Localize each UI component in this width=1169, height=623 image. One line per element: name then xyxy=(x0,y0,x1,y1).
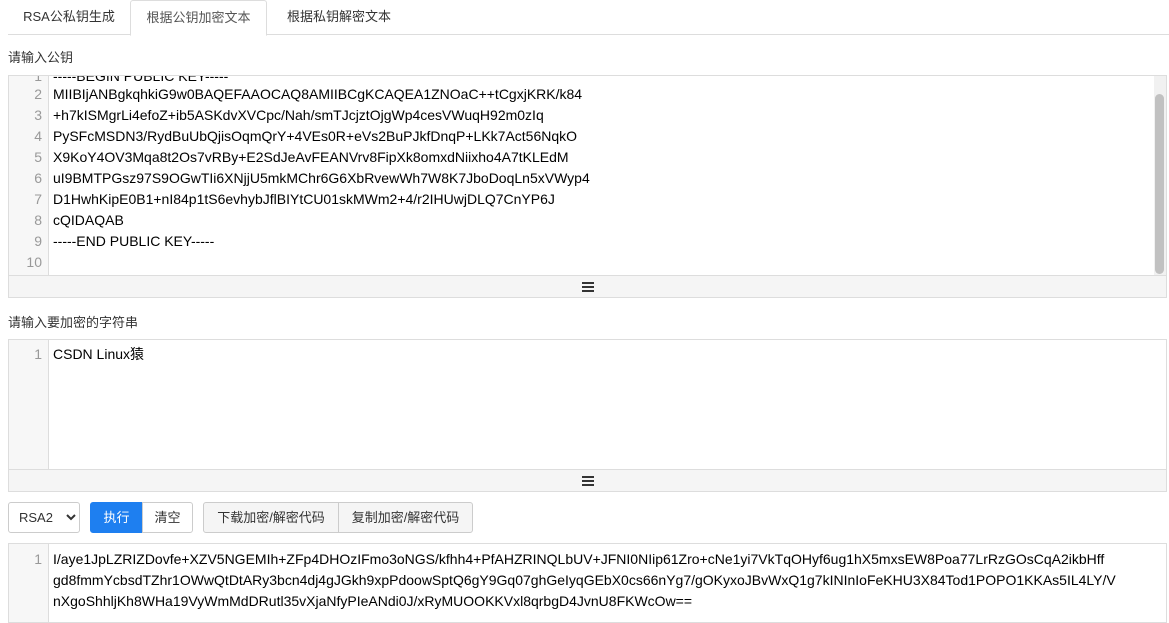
run-button[interactable]: 执行 xyxy=(90,502,143,533)
plaintext-label: 请输入要加密的字符串 xyxy=(8,315,139,330)
editor-line: 3 +h7kISMgrLi4efoZ+ib5ASKdvXVCpc/Nah/smTJ… xyxy=(34,107,544,123)
output-editor[interactable]: 1 I/aye1JpLZRIZDovfe+XZV5NGEMIh+ZFp4DHOzI… xyxy=(8,543,1167,623)
tab-rsa-keygen[interactable]: RSA公私钥生成 xyxy=(8,0,130,35)
editor-scrollbar[interactable] xyxy=(1155,94,1164,274)
plaintext-resize-handle[interactable] xyxy=(8,470,1167,492)
editor-line: 9 -----END PUBLIC KEY----- xyxy=(34,233,215,249)
editor-line: 2 MIIBIjANBgkqhkiG9w0BAQEFAAOCAQ8AMIIBCgK… xyxy=(34,86,583,102)
public-key-editor[interactable]: 1 -----BEGIN PUBLIC KEY----- 2 MIIBIjANBgk… xyxy=(8,75,1167,276)
public-key-resize-handle[interactable] xyxy=(8,276,1167,298)
plaintext-editor[interactable]: 1 CSDN Linux猿 xyxy=(8,339,1167,470)
editor-line: 5 X9KoY4OV3Mqa8t2Os7vRBy+E2SdJeAvFEANVrv8… xyxy=(34,149,569,165)
download-code-button[interactable]: 下载加密/解密代码 xyxy=(203,502,339,533)
hamburger-icon xyxy=(582,282,594,292)
editor-line: gd8fmmYcbsdTZhr1OWwQtDtARy3bcn4dj4gJGkh9… xyxy=(53,572,1116,588)
editor-line: 7 D1HwhKipE0B1+nI84p1tS6evhybJflBIYtCU01s… xyxy=(34,191,555,207)
hamburger-icon xyxy=(582,476,594,486)
editor-line: 8 cQIDAQAB xyxy=(34,212,124,228)
editor-line: 1 CSDN Linux猿 xyxy=(34,346,145,362)
algorithm-select[interactable]: RSA2 xyxy=(8,502,80,533)
tab-decrypt-private-key[interactable]: 根据私钥解密文本 xyxy=(273,0,405,35)
editor-line: 6 uI9BMTPGsz97S9OGwTIi6XNjjU5mkMChr6G6XbR… xyxy=(34,170,590,186)
editor-line: nXgoShhljKh8WHa19VyWmMdDRutl35vXjaNfyPIe… xyxy=(53,593,693,609)
editor-line: 1 I/aye1JpLZRIZDovfe+XZV5NGEMIh+ZFp4DHOzI… xyxy=(34,551,1105,567)
public-key-label: 请输入公钥 xyxy=(8,50,74,65)
editor-line: 10 xyxy=(26,254,42,270)
editor-line: 4 PySFcMSDN3/RydBuUbQjisOqmQrY+4VEs0R+eVs… xyxy=(34,128,578,144)
tab-encrypt-public-key[interactable]: 根据公钥加密文本 xyxy=(130,0,267,36)
clear-button[interactable]: 清空 xyxy=(142,502,193,533)
copy-code-button[interactable]: 复制加密/解密代码 xyxy=(338,502,473,533)
tab-bar: RSA公私钥生成 根据公钥加密文本 根据私钥解密文本 xyxy=(8,0,1169,36)
